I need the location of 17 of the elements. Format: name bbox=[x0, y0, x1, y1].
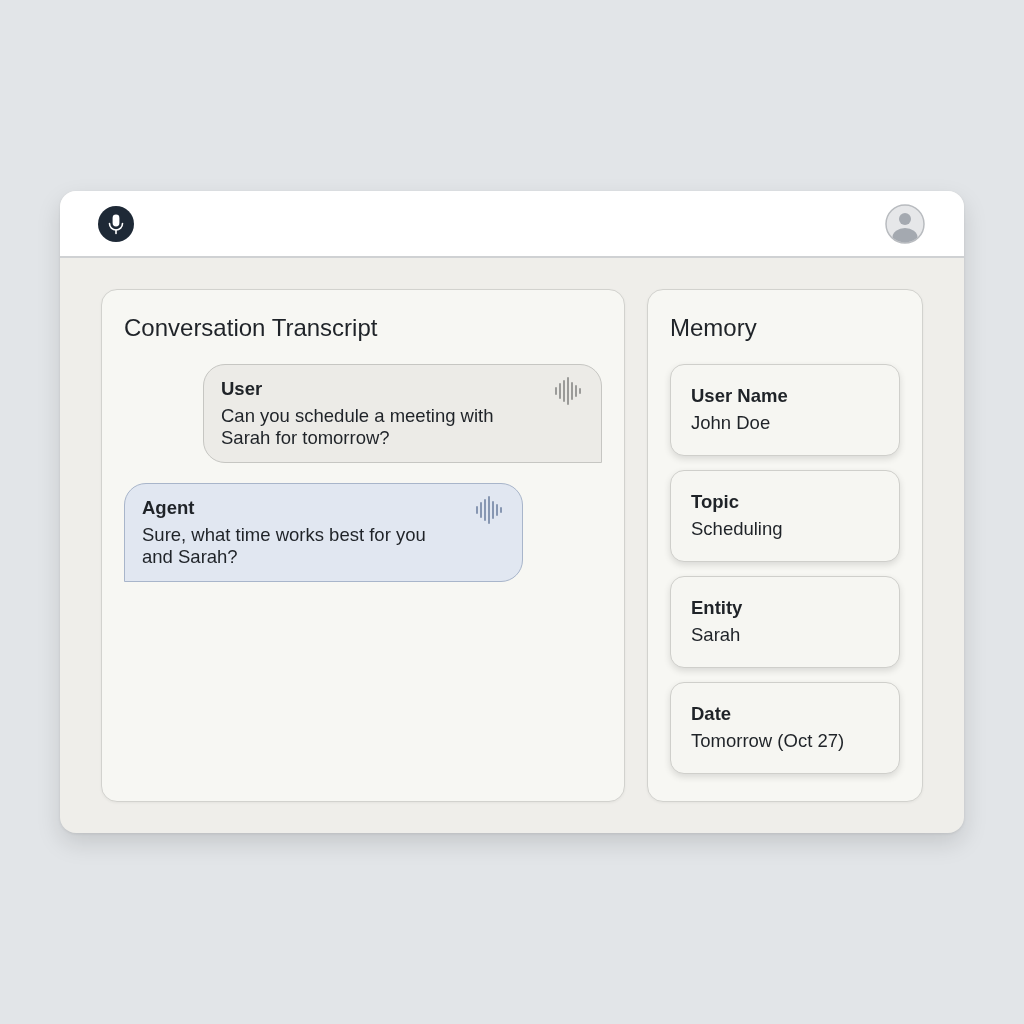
memory-value: Scheduling bbox=[691, 517, 784, 541]
microphone-icon[interactable] bbox=[98, 205, 134, 242]
sound-wave-icon bbox=[475, 496, 505, 524]
panel-title: Memory bbox=[670, 313, 758, 343]
speaker-name: Agent bbox=[142, 496, 196, 520]
sound-wave-icon bbox=[554, 377, 584, 405]
memory-label: Date bbox=[691, 702, 733, 726]
message-text: Sure, what time works best for you and Sarah? bbox=[142, 524, 427, 568]
speaker-name: User bbox=[221, 377, 264, 401]
panel-title: Conversation Transcript bbox=[124, 313, 379, 343]
memory-label: User Name bbox=[691, 384, 789, 408]
memory-value: Sarah bbox=[691, 623, 742, 647]
memory-label: Topic bbox=[691, 490, 740, 514]
message-text: Can you schedule a meeting with Sarah for tomorrow? bbox=[221, 405, 495, 449]
memory-value: Tomorrow (Oct 27) bbox=[691, 729, 846, 753]
memory-label: Entity bbox=[691, 596, 744, 620]
memory-value: John Doe bbox=[691, 411, 772, 435]
